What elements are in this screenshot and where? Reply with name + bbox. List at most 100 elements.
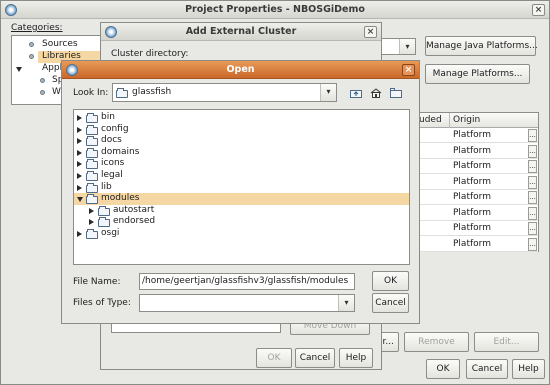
row-edit-button[interactable]: ... [528,191,537,204]
collapsed-toggle-icon[interactable] [77,126,82,133]
project-properties-title: Project Properties - NBOSGiDemo [185,4,365,15]
table-row[interactable]: Platform... [416,144,538,159]
open-cancel-button[interactable]: Cancel [372,293,409,313]
tree-item-label: endorsed [113,216,156,227]
project-ok-button[interactable]: OK [426,359,460,379]
tree-item-lib[interactable]: lib [74,182,409,194]
collapsed-toggle-icon[interactable] [77,138,82,145]
column-header-origin[interactable]: Origin [450,113,538,128]
folder-icon [86,159,98,170]
origin-cell: Platform [453,238,491,249]
project-properties-titlebar: Project Properties - NBOSGiDemo × [1,1,549,19]
libraries-table[interactable]: uded Origin Platform... Platform... Platfo… [415,112,539,252]
table-row[interactable]: Platform... [416,237,538,252]
tree-item-docs[interactable]: docs [74,135,409,147]
collapsed-toggle-icon[interactable] [89,207,94,214]
row-edit-button[interactable]: ... [528,222,537,235]
tree-item-autostart[interactable]: autostart [74,205,409,217]
manage-java-platforms-button[interactable]: Manage Java Platforms... [425,36,538,56]
tree-item-label: icons [101,158,125,169]
tree-item-endorsed[interactable]: endorsed [74,216,409,228]
collapsed-toggle-icon[interactable] [77,161,82,168]
folder-icon [98,217,110,228]
tree-item-icons[interactable]: icons [74,158,409,170]
tree-item-domains[interactable]: domains [74,147,409,159]
collapsed-toggle-icon[interactable] [77,184,82,191]
collapsed-toggle-icon[interactable] [77,149,82,156]
chevron-down-icon: ▾ [338,295,354,311]
project-help-button[interactable]: Help [512,359,545,379]
files-of-type-label: Files of Type: [73,298,131,308]
tree-item-legal[interactable]: legal [74,170,409,182]
add-cluster-close-icon[interactable]: × [364,26,377,38]
table-row[interactable]: Platform... [416,221,538,236]
origin-cell: Platform [453,161,491,171]
category-item-application[interactable]: Appl [42,63,62,74]
folder-icon [86,147,98,158]
table-header: uded Origin [416,113,538,128]
project-properties-close-icon[interactable]: × [532,4,545,16]
chevron-down-icon: ▾ [399,39,415,54]
cluster-cancel-button[interactable]: Cancel [295,348,335,368]
project-cancel-button[interactable]: Cancel [466,359,508,379]
up-folder-icon[interactable] [350,88,362,98]
add-cluster-titlebar: Add External Cluster × [101,23,381,41]
file-tree[interactable]: bin config docs domains icons legal lib modules… [73,109,410,265]
collapsed-toggle-icon[interactable] [77,173,82,179]
cluster-ok-button[interactable]: OK [256,348,292,368]
bullet-icon [40,78,45,83]
manage-platforms-button[interactable]: Manage Platforms... [425,64,530,84]
open-titlebar: Open × [62,61,419,79]
table-row[interactable]: Platform... [416,206,538,221]
folder-icon [86,171,98,181]
add-cluster-title: Add External Cluster [185,26,297,37]
look-in-value: glassfish [132,87,172,97]
expanded-toggle-icon[interactable] [16,67,22,72]
look-in-combo[interactable]: glassfish ▾ [112,83,337,102]
new-folder-icon[interactable] [390,88,402,98]
table-row[interactable]: Platform... [416,175,538,190]
row-edit-button[interactable]: ... [528,206,537,220]
row-edit-button[interactable]: ... [528,237,537,251]
row-edit-button[interactable]: ... [528,144,537,158]
open-close-icon[interactable]: × [402,64,415,76]
category-item-sources[interactable]: Sources [42,39,78,50]
folder-icon [116,88,128,98]
tree-item-label: config [101,123,129,134]
file-name-input[interactable]: /home/geertjan/glassfishv3/glassfish/mod… [139,273,355,290]
tree-item-label: autostart [113,204,155,215]
netbeans-app-icon [105,26,117,38]
tree-item-label: legal [101,170,123,180]
edit-button[interactable]: Edit... [474,332,539,352]
tree-item-config[interactable]: config [74,124,409,136]
folder-icon [98,205,110,216]
open-ok-button[interactable]: OK [372,271,409,291]
home-icon[interactable] [370,88,382,98]
remove-button[interactable]: Remove [404,332,469,352]
folder-icon [86,182,98,193]
row-edit-button[interactable]: ... [528,175,537,189]
collapsed-toggle-icon[interactable] [89,219,94,226]
origin-cell: Platform [453,223,491,233]
collapsed-toggle-icon[interactable] [77,231,82,237]
files-of-type-combo[interactable]: ▾ [139,294,355,312]
folder-icon [86,229,98,239]
folder-icon [86,113,98,123]
expanded-toggle-icon[interactable] [77,197,83,203]
tree-item-bin[interactable]: bin [74,112,409,124]
tree-item-osgi[interactable]: osgi [74,228,409,240]
column-header-included[interactable]: uded [416,113,450,128]
collapsed-toggle-icon[interactable] [77,115,82,121]
origin-cell: Platform [453,145,491,156]
table-row[interactable]: Platform... [416,190,538,205]
origin-cell: Platform [453,176,491,187]
table-row[interactable]: Platform... [416,128,538,143]
table-row[interactable]: Platform... [416,159,538,174]
row-edit-button[interactable]: ... [528,160,537,173]
tree-item-label: lib [101,181,112,192]
tree-item-modules[interactable]: modules [74,193,409,206]
folder-icon [86,124,98,135]
origin-rows: Platform... Platform... Platform... Platfor… [416,128,538,252]
row-edit-button[interactable]: ... [528,129,537,142]
cluster-help-button[interactable]: Help [339,348,373,368]
